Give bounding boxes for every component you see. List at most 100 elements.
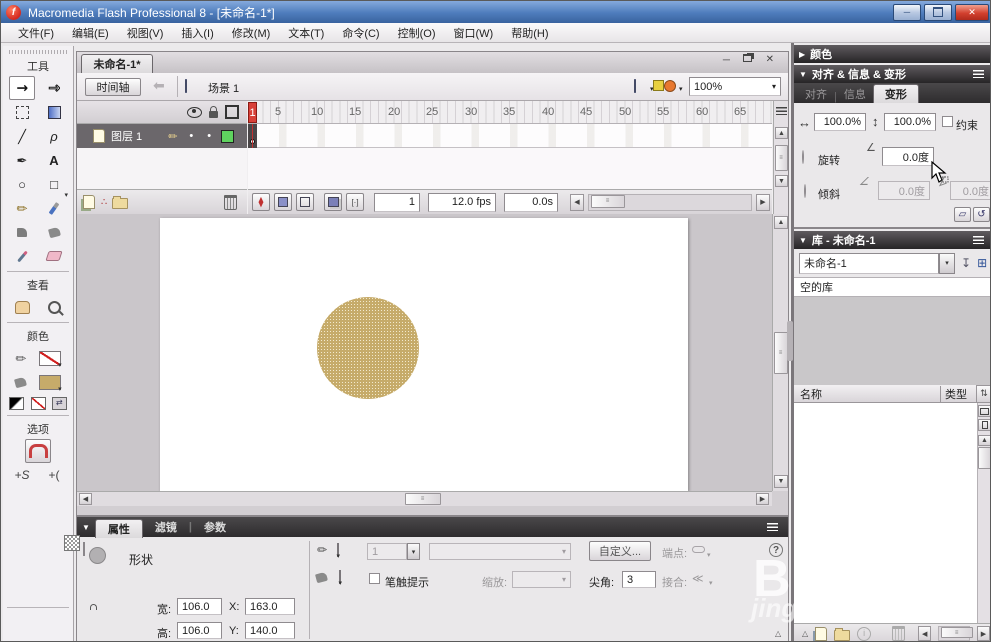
custom-stroke-button[interactable]: 自定义... <box>589 541 651 561</box>
menu-commands[interactable]: 命令(C) <box>333 23 388 43</box>
menu-help[interactable]: 帮助(H) <box>502 23 557 43</box>
width-field[interactable]: 106.0 <box>177 598 222 615</box>
library-narrow-view-button[interactable] <box>978 419 990 431</box>
elapsed-time-field[interactable]: 0.0s <box>504 192 558 212</box>
stage-pasteboard[interactable] <box>77 214 772 491</box>
align-info-transform-header[interactable]: ▼ 对齐 & 信息 & 变形 <box>794 65 990 83</box>
join-dropdown-arrow-icon[interactable]: ▾ <box>709 579 713 587</box>
stage-vscroll-down-button[interactable]: ▼ <box>774 475 788 488</box>
join-style-icon[interactable]: ≪ <box>692 572 704 585</box>
stage-vscroll-thumb[interactable]: ≡ <box>774 332 788 374</box>
tab-parameters[interactable]: 参数 <box>204 519 226 535</box>
insert-layer-button[interactable] <box>83 195 95 209</box>
brush-tool-button[interactable] <box>41 196 67 220</box>
fill-color-swatch[interactable]: ▾ <box>38 374 62 393</box>
menu-control[interactable]: 控制(O) <box>389 23 445 43</box>
rotate-radio[interactable] <box>802 150 804 164</box>
help-button[interactable]: ? <box>769 543 783 557</box>
selection-tool-button[interactable]: ↖ <box>9 76 35 100</box>
doc-close-button[interactable]: ✕ <box>766 54 774 65</box>
eyedropper-tool-button[interactable] <box>9 244 35 268</box>
pen-tool-button[interactable]: ✒ <box>9 148 35 172</box>
hand-tool-button[interactable] <box>9 295 35 319</box>
scale-dropdown[interactable]: ▾ <box>512 571 571 588</box>
timeline-hscroll-thumb[interactable]: ≡ <box>591 194 625 208</box>
new-symbol-button[interactable] <box>815 626 828 641</box>
insert-layer-folder-button[interactable] <box>112 196 129 209</box>
default-colors-button[interactable] <box>9 396 25 410</box>
new-folder-button[interactable] <box>834 627 851 641</box>
library-collapse-arrow[interactable]: △ <box>802 629 808 638</box>
menu-window[interactable]: 窗口(W) <box>445 23 503 43</box>
toolbox-drag-grip[interactable] <box>9 50 67 54</box>
stage[interactable] <box>160 218 688 491</box>
timeline-vscroll-thumb[interactable]: ≡ <box>775 145 788 171</box>
scale-y-field[interactable]: 100.0% <box>884 113 936 131</box>
layer-visible-dot[interactable]: • <box>189 130 193 142</box>
playhead[interactable]: 1 <box>248 102 257 123</box>
center-frame-button[interactable]: ⧫ <box>252 193 270 211</box>
frame-rate-field[interactable]: 12.0 fps <box>428 192 496 212</box>
layer-lock-dot[interactable]: • <box>207 130 211 142</box>
miter-field[interactable]: 3 <box>622 571 656 588</box>
stage-hscroll-thumb[interactable]: ≡ <box>405 493 441 505</box>
timeline-vscroll-down-button[interactable]: ▼ <box>775 175 788 187</box>
stage-hscroll-left-button[interactable]: ◀ <box>79 493 92 505</box>
stroke-hinting-checkbox[interactable] <box>369 573 380 584</box>
library-col-name[interactable]: 名称 <box>794 385 941 402</box>
line-tool-button[interactable]: ╱ <box>9 124 35 148</box>
timeline-hscroll-left-button[interactable]: ◀ <box>570 193 584 211</box>
edit-multiple-frames-button[interactable] <box>324 193 342 211</box>
gradient-transform-tool-button[interactable] <box>41 100 67 124</box>
stroke-color-swatch[interactable]: ▾ <box>38 350 62 369</box>
oval-tool-button[interactable]: ○ <box>9 172 35 196</box>
current-frame-field[interactable]: 1 <box>374 192 420 212</box>
new-library-panel-icon[interactable]: ⊞ <box>977 256 987 270</box>
stage-vscroll-up-button[interactable]: ▲ <box>774 216 788 229</box>
modify-onion-markers-button[interactable]: [·] <box>346 193 364 211</box>
lasso-tool-button[interactable]: ρ <box>41 124 67 148</box>
library-vscroll-up-button[interactable]: ▲ <box>978 435 990 446</box>
stage-hscroll-track[interactable]: ◀ ≡ ▶ <box>77 491 772 506</box>
stroke-color-control[interactable]: ▾ <box>336 543 340 560</box>
reset-transform-button[interactable]: ↺ <box>973 207 990 222</box>
skew-radio[interactable] <box>804 184 806 198</box>
straighten-option-button[interactable]: +( <box>41 463 67 487</box>
library-item-list[interactable] <box>794 403 978 623</box>
tab-info[interactable]: 信息 <box>837 85 873 103</box>
ink-bottle-tool-button[interactable] <box>9 220 35 244</box>
back-arrow-icon[interactable]: ⬅ <box>153 77 165 94</box>
skew-y-field[interactable]: 0.0度 <box>950 181 990 200</box>
properties-expand-arrow[interactable]: △ <box>775 629 781 638</box>
delete-item-button[interactable] <box>892 626 906 641</box>
library-wide-view-button[interactable] <box>978 405 990 417</box>
library-panel-header[interactable]: ▼ 库 - 未命名-1 <box>794 231 990 249</box>
library-hscroll-left-button[interactable]: ◀ <box>918 626 932 641</box>
menu-modify[interactable]: 修改(M) <box>223 23 280 43</box>
tab-transform[interactable]: 变形 <box>872 84 919 103</box>
edit-scene-button[interactable] <box>634 79 636 93</box>
layer-row[interactable]: 图层 1 ✏ • • <box>77 124 247 148</box>
delete-layer-button[interactable] <box>224 194 237 210</box>
circle-shape[interactable] <box>317 297 419 399</box>
swap-colors-button[interactable]: ⇄ <box>51 396 67 410</box>
color-panel-header[interactable]: ▶ 颜色 <box>794 45 990 63</box>
eraser-tool-button[interactable] <box>41 244 67 268</box>
frame-ruler[interactable]: 5 10 15 20 25 30 35 40 45 50 55 60 65 1 <box>248 101 772 124</box>
show-hide-layers-icon[interactable] <box>187 106 202 118</box>
ait-panel-menu-icon[interactable] <box>973 70 984 78</box>
item-properties-button[interactable]: i <box>857 626 872 641</box>
panel-dock-collapse-handle[interactable] <box>787 321 793 361</box>
menu-file[interactable]: 文件(F) <box>9 23 63 43</box>
rectangle-tool-button[interactable]: □ ▾ <box>41 172 68 200</box>
outline-layers-icon[interactable] <box>225 105 239 119</box>
onion-skin-button[interactable] <box>274 193 292 211</box>
library-hscroll-track[interactable]: ≡ <box>938 626 974 641</box>
scene-name[interactable]: 场景 1 <box>208 80 239 96</box>
cap-dropdown-arrow-icon[interactable]: ▾ <box>707 551 711 559</box>
pencil-tool-button[interactable]: ✏ <box>9 196 35 220</box>
cap-style-icon[interactable] <box>692 546 705 553</box>
pin-library-icon[interactable]: ↧ <box>961 256 971 270</box>
stroke-height-field[interactable]: 1 <box>367 543 407 560</box>
doc-minimize-button[interactable]: ─ <box>723 55 730 66</box>
